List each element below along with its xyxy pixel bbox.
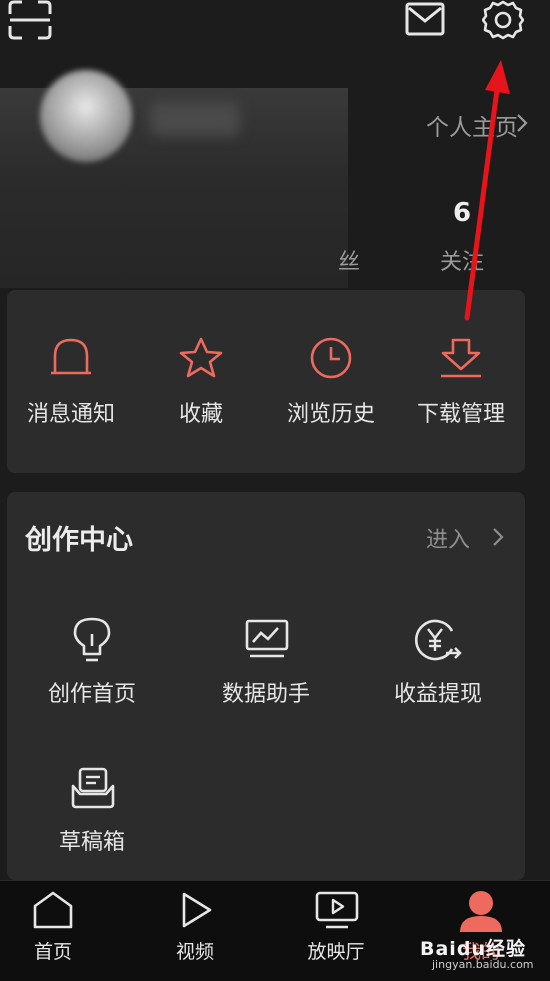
watermark: Baidu经验 (420, 938, 526, 960)
creator-center-title: 创作中心 (25, 525, 133, 556)
annotation-arrow (440, 56, 520, 326)
quick-action-history[interactable]: 浏览历史 (266, 396, 396, 428)
nav-home[interactable]: 首页 (3, 937, 103, 964)
draft-box-icon[interactable] (70, 766, 116, 810)
clock-icon[interactable] (266, 336, 396, 380)
scan-icon[interactable] (8, 0, 52, 40)
yuan-coin-icon[interactable] (414, 617, 464, 663)
chart-monitor-icon[interactable] (244, 618, 290, 660)
creator-center-enter[interactable]: 进入 (426, 522, 470, 554)
earnings-withdraw[interactable]: 收益提现 (358, 676, 518, 708)
drafts[interactable]: 草稿箱 (12, 824, 172, 856)
followers-label-partial: 丝 (338, 250, 361, 275)
nav-theater[interactable]: 放映厅 (286, 937, 386, 964)
creator-home[interactable]: 创作首页 (12, 676, 172, 708)
profile-icon[interactable] (458, 888, 504, 934)
tv-play-icon[interactable] (314, 890, 360, 930)
quick-action-notifications[interactable]: 消息通知 (6, 396, 136, 428)
username-redacted (150, 102, 240, 136)
download-icon[interactable] (396, 336, 526, 380)
quick-action-favorites[interactable]: 收藏 (136, 396, 266, 428)
gear-icon[interactable] (482, 0, 524, 40)
watermark-url: jingyan.baidu.com (432, 958, 534, 971)
quick-action-downloads[interactable]: 下载管理 (396, 396, 526, 428)
nav-video[interactable]: 视频 (145, 937, 245, 964)
home-icon[interactable] (32, 890, 74, 930)
bell-icon[interactable] (6, 336, 136, 380)
chevron-right-icon (492, 527, 504, 547)
lightbulb-icon[interactable] (72, 616, 112, 664)
data-assistant[interactable]: 数据助手 (186, 676, 346, 708)
envelope-icon[interactable] (405, 2, 445, 36)
play-icon[interactable] (176, 890, 216, 930)
avatar[interactable] (40, 70, 132, 162)
star-icon[interactable] (136, 336, 266, 380)
